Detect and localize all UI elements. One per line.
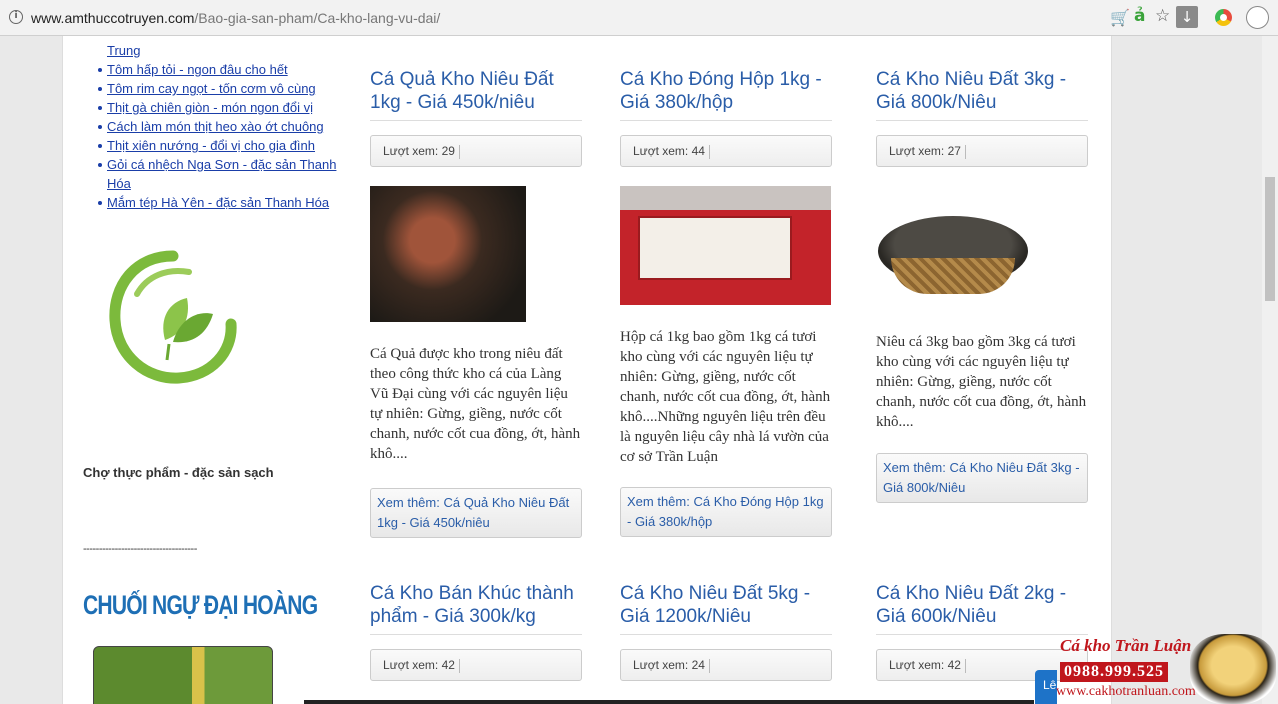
product-title-link[interactable]: Cá Kho Đóng Hộp 1kg - Giá 380k/hộp <box>620 68 832 121</box>
sidebar-link[interactable]: Tôm rim cay ngọt - tốn cơm vô cùng <box>98 79 357 98</box>
sidebar-link[interactable]: Gỏi cá nhệch Nga Sơn - đặc sản Thanh <box>98 155 357 174</box>
view-count-text: Lượt xem: 44 <box>633 144 705 158</box>
sidebar-link[interactable]: Trung <box>107 41 357 60</box>
sidebar-link[interactable]: Tôm hấp tỏi - ngon đâu cho hết <box>98 60 357 79</box>
watermark-site: www.cakhotranluan.com <box>1056 684 1196 699</box>
product-card: Cá Kho Niêu Đất 3kg - Giá 800k/Niêu Lượt… <box>876 68 1088 503</box>
divider-text: ------------------------------------ <box>83 543 197 555</box>
watermark-name: Cá kho Trần Luận <box>1060 636 1192 655</box>
star-icon[interactable]: ☆ <box>1155 6 1170 26</box>
bottom-bar <box>304 700 1034 704</box>
product-title-link[interactable]: Cá Kho Bán Khúc thành phẩm - Giá 300k/kg <box>370 582 582 635</box>
view-count: Lượt xem: 42 <box>370 649 582 681</box>
download-icon[interactable]: ↓ <box>1176 6 1198 28</box>
banana-image[interactable] <box>93 646 273 704</box>
brand-watermark[interactable]: Cá kho Trần Luận 0988.999.525 www.cakhot… <box>1056 632 1278 704</box>
scroll-thumb[interactable] <box>1265 177 1275 301</box>
info-icon[interactable]: i <box>9 10 23 24</box>
profile-icon[interactable] <box>1246 6 1269 29</box>
product-title-link[interactable]: Cá Kho Niêu Đất 5kg - Giá 1200k/Niêu <box>620 582 832 635</box>
product-title-link[interactable]: Cá Quả Kho Niêu Đất 1kg - Giá 450k/niêu <box>370 68 582 121</box>
product-card: Cá Kho Niêu Đất 5kg - Giá 1200k/Niêu Lượ… <box>620 582 832 681</box>
sidebar-link[interactable]: Thịt gà chiên giòn - món ngon đổi vị <box>98 98 357 117</box>
leaf-logo[interactable] <box>107 248 239 388</box>
view-count-text: Lượt xem: 24 <box>633 658 705 672</box>
view-count-text: Lượt xem: 29 <box>383 144 455 158</box>
sidebar-link[interactable]: Mắm tép Hà Yên - đặc sản Thanh Hóa <box>98 193 357 212</box>
product-image[interactable] <box>620 186 831 305</box>
view-count-text: Lượt xem: 42 <box>889 658 961 672</box>
read-more-button[interactable]: Xem thêm: Cá Kho Niêu Đất 3kg - Giá 800k… <box>876 453 1088 503</box>
view-count-text: Lượt xem: 42 <box>383 658 455 672</box>
product-image[interactable] <box>370 186 526 322</box>
mascot-image <box>1190 634 1276 704</box>
page-scrollbar[interactable] <box>1262 36 1278 704</box>
floating-contact-button[interactable]: Lê <box>1035 670 1057 704</box>
read-more-button[interactable]: Xem thêm: Cá Kho Đóng Hộp 1kg - Giá 380k… <box>620 487 832 537</box>
sidebar-link[interactable]: Hóa <box>107 174 357 193</box>
product-description: Cá Quả được kho trong niêu đất theo công… <box>370 346 581 462</box>
url-domain: www.amthuccotruyen.com <box>31 10 195 26</box>
product-card: Cá Quả Kho Niêu Đất 1kg - Giá 450k/niêu … <box>370 68 582 538</box>
sidebar: Trung Tôm hấp tỏi - ngon đâu cho hết Tôm… <box>63 36 353 704</box>
market-title: Chợ thực phẩm - đặc sản sạch <box>83 465 274 480</box>
product-image[interactable] <box>876 186 1036 322</box>
view-count: Lượt xem: 24 <box>620 649 832 681</box>
product-card: Cá Kho Đóng Hộp 1kg - Giá 380k/hộp Lượt … <box>620 68 832 537</box>
translate-icon[interactable]: ả <box>1134 6 1145 26</box>
product-title-link[interactable]: Cá Kho Niêu Đất 3kg - Giá 800k/Niêu <box>876 68 1088 121</box>
address-bar[interactable]: i www.amthuccotruyen.com/Bao-gia-san-pha… <box>0 0 1278 36</box>
view-count-text: Lượt xem: 27 <box>889 144 961 158</box>
product-title-link[interactable]: Cá Kho Niêu Đất 2kg - Giá 600k/Niêu <box>876 582 1088 635</box>
sidebar-link-list: Trung Tôm hấp tỏi - ngon đâu cho hết Tôm… <box>98 41 357 212</box>
cart-icon[interactable]: 🛒 <box>1110 8 1130 27</box>
read-more-button[interactable]: Xem thêm: Cá Quả Kho Niêu Đất 1kg - Giá … <box>370 488 582 538</box>
product-description: Niêu cá 3kg bao gồm 3kg cá tươi kho cùng… <box>876 334 1087 430</box>
product-card: Cá Kho Bán Khúc thành phẩm - Giá 300k/kg… <box>370 582 582 681</box>
watermark-phone: 0988.999.525 <box>1060 662 1168 682</box>
product-description: Hộp cá 1kg bao gồm 1kg cá tươi kho cùng … <box>620 329 831 465</box>
sidebar-link[interactable]: Thịt xiên nướng - đổi vị cho gia đình <box>98 136 357 155</box>
view-count: Lượt xem: 44 <box>620 135 832 167</box>
banana-banner-title[interactable]: CHUỐI NGỰ ĐẠI HOÀNG <box>83 590 318 621</box>
page-content: Trung Tôm hấp tỏi - ngon đâu cho hết Tôm… <box>62 36 1112 704</box>
view-count: Lượt xem: 29 <box>370 135 582 167</box>
url-path: /Bao-gia-san-pham/Ca-kho-lang-vu-dai/ <box>194 10 441 26</box>
view-count: Lượt xem: 27 <box>876 135 1088 167</box>
sidebar-link[interactable]: Cách làm món thịt heo xào ớt chuông <box>98 117 357 136</box>
url-text[interactable]: www.amthuccotruyen.com/Bao-gia-san-pham/… <box>31 10 440 26</box>
extension-icon[interactable] <box>1215 9 1232 26</box>
